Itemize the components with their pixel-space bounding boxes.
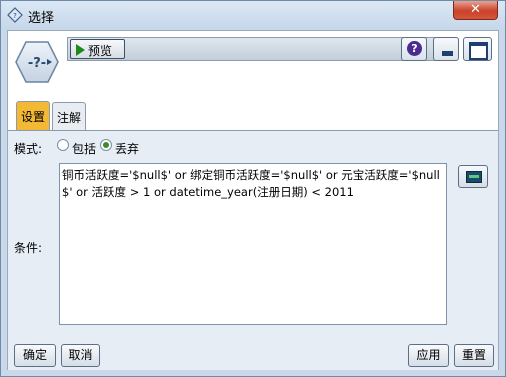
condition-textarea[interactable]: 铜币活跃度='$null$' or 绑定铜币活跃度='$null$' or 元宝… <box>59 163 447 325</box>
select-node-icon: -?- <box>15 41 59 83</box>
discard-radio[interactable] <box>100 139 112 151</box>
preview-button[interactable]: 预览 <box>70 39 125 59</box>
header-area: -?- 预览 ? <box>8 31 498 101</box>
minimize-button[interactable] <box>433 37 459 61</box>
help-button[interactable]: ? <box>401 37 427 61</box>
maximize-button[interactable] <box>463 37 492 61</box>
settings-panel: 模式: 包括 丢弃 条件: 铜币活跃度='$null$' or 绑定铜币活跃度=… <box>8 130 498 370</box>
close-icon: ✕ <box>470 2 481 17</box>
svg-text:?: ? <box>13 12 17 20</box>
ok-button[interactable]: 确定 <box>14 344 56 367</box>
close-button[interactable]: ✕ <box>453 1 498 20</box>
toolbar: 预览 <box>67 37 438 61</box>
mode-label: 模式: <box>14 142 43 156</box>
svg-text:-?-: -?- <box>28 56 46 71</box>
app-icon: ? <box>7 7 23 23</box>
minimize-icon <box>442 51 453 56</box>
cancel-button[interactable]: 取消 <box>61 344 100 367</box>
preview-label: 预览 <box>88 44 113 58</box>
tab-annotations[interactable]: 注解 <box>52 102 86 130</box>
apply-button[interactable]: 应用 <box>408 344 449 367</box>
help-icon: ? <box>407 41 422 56</box>
dialog-window: ? 选择 ✕ -?- 预览 ? 设置 注解 模式: 包括 丢弃 条件: 铜币活跃… <box>0 0 506 377</box>
window-title: 选择 <box>28 11 55 26</box>
include-radio-label[interactable]: 包括 <box>72 140 96 157</box>
maximize-icon <box>469 42 488 60</box>
condition-label: 条件: <box>14 241 43 255</box>
tab-settings[interactable]: 设置 <box>16 101 50 131</box>
calculator-icon <box>466 171 482 183</box>
include-radio[interactable] <box>57 139 69 151</box>
reset-button[interactable]: 重置 <box>454 344 494 367</box>
expression-builder-button[interactable] <box>458 165 488 188</box>
dialog-body: -?- 预览 ? 设置 注解 模式: 包括 丢弃 条件: 铜币活跃度='$nul… <box>7 30 499 370</box>
play-icon <box>76 44 85 56</box>
discard-radio-label[interactable]: 丢弃 <box>115 140 139 157</box>
title-bar[interactable]: ? 选择 ✕ <box>1 1 505 30</box>
